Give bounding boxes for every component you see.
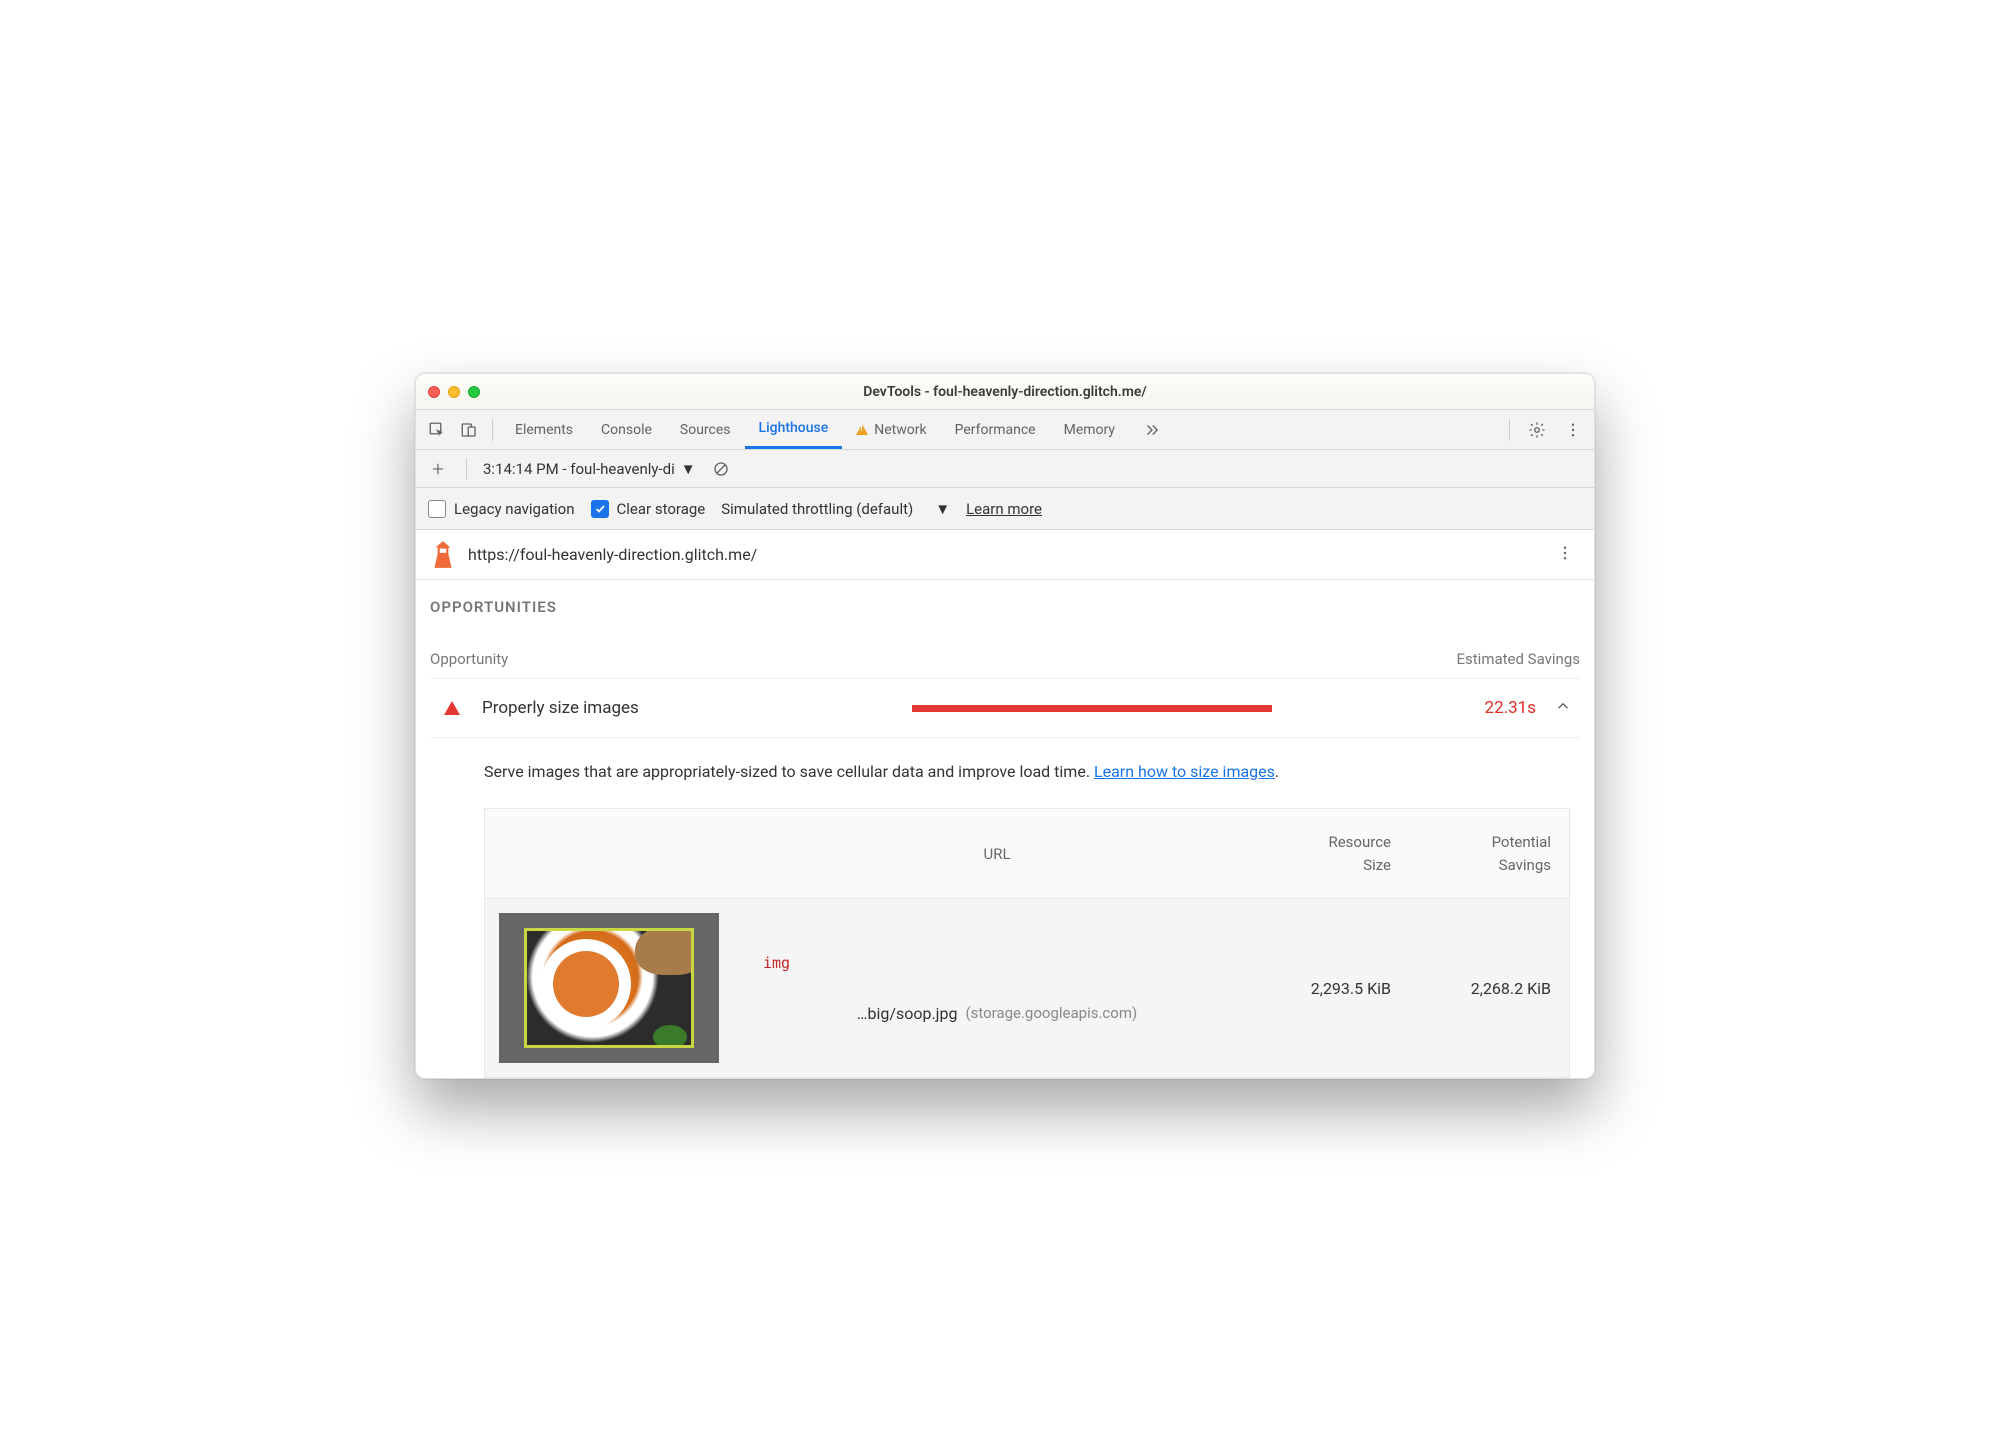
clear-storage-option[interactable]: Clear storage xyxy=(591,500,706,518)
table-col-size: Resource Size xyxy=(1249,809,1409,898)
inspect-icon[interactable] xyxy=(422,415,452,445)
legacy-nav-label: Legacy navigation xyxy=(454,500,575,518)
opportunity-label: Properly size images xyxy=(482,698,912,718)
savings-bar-wrap xyxy=(912,705,1461,712)
col-savings-label: Estimated Savings xyxy=(1457,650,1581,668)
devtools-window: DevTools - foul-heavenly-direction.glitc… xyxy=(415,373,1595,1079)
opp-desc-text: Serve images that are appropriately-size… xyxy=(484,762,1094,781)
report-select[interactable]: 3:14:14 PM - foul-heavenly-di ▼ xyxy=(483,460,696,478)
savings-bar xyxy=(912,705,1272,712)
tab-sources[interactable]: Sources xyxy=(666,410,745,449)
tab-elements[interactable]: Elements xyxy=(501,410,587,449)
tab-lighthouse[interactable]: Lighthouse xyxy=(745,410,843,449)
tab-console[interactable]: Console xyxy=(587,410,666,449)
maximize-window-button[interactable] xyxy=(468,386,480,398)
tab-network-label: Network xyxy=(874,422,926,438)
close-window-button[interactable] xyxy=(428,386,440,398)
throttling-select[interactable]: Simulated throttling (default) ▼ xyxy=(721,500,950,518)
opp-desc-link[interactable]: Learn how to size images xyxy=(1094,762,1275,781)
report-select-label: 3:14:14 PM - foul-heavenly-di xyxy=(483,460,675,478)
table-col-potential: Potential Savings xyxy=(1409,809,1569,898)
window-title: DevTools - foul-heavenly-direction.glitc… xyxy=(863,384,1147,400)
separator xyxy=(466,458,467,480)
opportunity-table: URL Resource Size Potential Savings xyxy=(484,808,1570,1078)
minimize-window-button[interactable] xyxy=(448,386,460,398)
legacy-nav-option[interactable]: Legacy navigation xyxy=(428,500,575,518)
tab-bar: Elements Console Sources Lighthouse Netw… xyxy=(416,410,1594,450)
settings-icon[interactable] xyxy=(1522,415,1552,445)
dropdown-caret-icon: ▼ xyxy=(681,460,696,478)
clear-storage-label: Clear storage xyxy=(617,500,706,518)
table-header: URL Resource Size Potential Savings xyxy=(485,809,1569,899)
fail-triangle-icon xyxy=(444,701,460,715)
lighthouse-options: Legacy navigation Clear storage Simulate… xyxy=(416,488,1594,530)
warning-icon xyxy=(856,424,868,435)
panel-tabs: Elements Console Sources Lighthouse Netw… xyxy=(501,410,1175,449)
table-row[interactable]: img …big/soop.jpg (storage.googleapis.co… xyxy=(485,899,1569,1077)
tab-overflow[interactable] xyxy=(1129,410,1175,449)
opportunity-row[interactable]: Properly size images 22.31s xyxy=(430,678,1580,738)
chevron-double-right-icon xyxy=(1143,421,1161,439)
opportunity-columns: Opportunity Estimated Savings xyxy=(430,622,1580,678)
device-toolbar-icon[interactable] xyxy=(454,415,484,445)
lighthouse-logo-icon xyxy=(430,540,456,570)
resource-size: 2,293.5 KiB xyxy=(1249,899,1409,1077)
checkbox-unchecked[interactable] xyxy=(428,500,446,518)
section-title: OPPORTUNITIES xyxy=(430,598,1580,622)
checkbox-checked[interactable] xyxy=(591,500,609,518)
report-content: OPPORTUNITIES Opportunity Estimated Savi… xyxy=(416,580,1594,1078)
image-thumbnail xyxy=(499,913,719,1063)
title-bar: DevTools - foul-heavenly-direction.glitc… xyxy=(416,374,1594,410)
tab-memory[interactable]: Memory xyxy=(1050,410,1129,449)
opportunity-description: Serve images that are appropriately-size… xyxy=(430,738,1580,808)
table-col-url: URL xyxy=(745,809,1249,898)
audited-url: https://foul-heavenly-direction.glitch.m… xyxy=(468,545,757,564)
element-tag: img xyxy=(763,954,790,972)
col-opportunity-label: Opportunity xyxy=(430,650,508,668)
separator xyxy=(1509,419,1510,441)
learn-more-link[interactable]: Learn more xyxy=(966,500,1042,518)
table-col-thumb xyxy=(485,809,745,898)
lighthouse-toolbar: + 3:14:14 PM - foul-heavenly-di ▼ xyxy=(416,450,1594,488)
kebab-menu-icon[interactable] xyxy=(1558,415,1588,445)
opp-desc-post: . xyxy=(1275,762,1279,781)
potential-savings: 2,268.2 KiB xyxy=(1409,899,1569,1077)
chevron-up-icon[interactable] xyxy=(1554,697,1572,719)
dropdown-caret-icon: ▼ xyxy=(935,500,950,518)
traffic-lights xyxy=(428,386,480,398)
resource-path: …big/soop.jpg xyxy=(857,1004,958,1023)
tab-network[interactable]: Network xyxy=(842,410,940,449)
new-report-button[interactable]: + xyxy=(426,457,450,481)
clear-icon[interactable] xyxy=(706,454,736,484)
throttling-label: Simulated throttling (default) xyxy=(721,500,913,518)
resource-host: (storage.googleapis.com) xyxy=(965,1004,1137,1022)
savings-value: 22.31s xyxy=(1485,698,1536,718)
report-menu-icon[interactable] xyxy=(1550,538,1580,572)
separator xyxy=(492,419,493,441)
tab-performance[interactable]: Performance xyxy=(941,410,1050,449)
report-url-row: https://foul-heavenly-direction.glitch.m… xyxy=(416,530,1594,580)
